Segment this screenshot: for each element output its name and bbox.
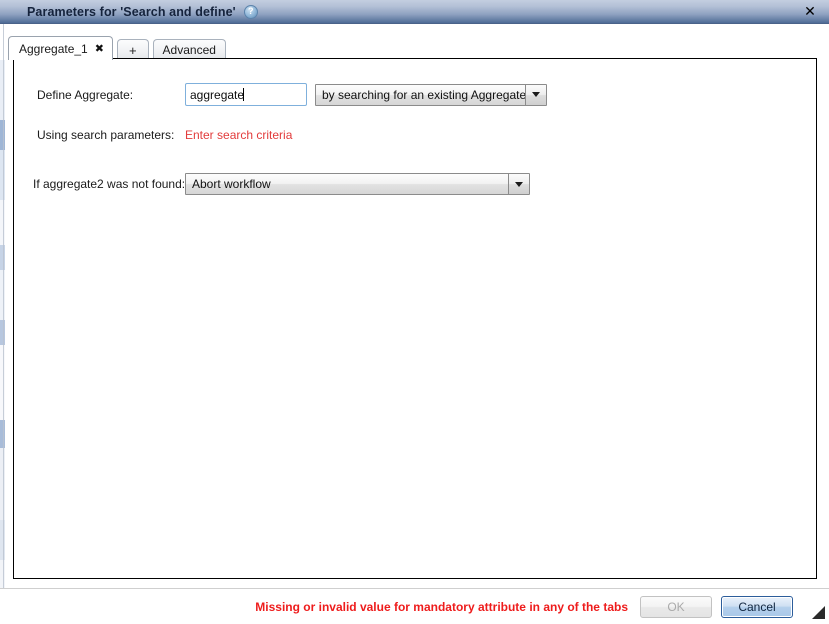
ok-button[interactable]: OK [640,595,712,618]
not-found-action-select[interactable]: Abort workflow [185,173,530,195]
page-title: Parameters for 'Search and define' [27,4,236,19]
define-aggregate-mode-select[interactable]: by searching for an existing Aggregate [315,83,547,106]
tab-aggregate-1[interactable]: Aggregate_1 ✖ [8,36,113,60]
enter-search-criteria-link[interactable]: Enter search criteria [185,128,292,142]
search-parameters-row: Using search parameters: Enter search cr… [37,128,292,142]
not-found-action-value: Abort workflow [192,177,271,191]
define-aggregate-mode-value: by searching for an existing Aggregate [322,87,525,102]
tab-content-panel: Define Aggregate: aggregate by searching… [13,58,817,579]
tab-close-icon[interactable]: ✖ [95,43,104,54]
resize-grip[interactable] [812,606,825,619]
text-caret [243,88,245,101]
dialog-title-bar: Parameters for 'Search and define' ? ✕ [0,0,829,24]
search-parameters-label: Using search parameters: [37,128,175,142]
tab-advanced-label: Advanced [162,43,216,57]
tab-bar: Aggregate_1 ✖ + Advanced [8,36,226,60]
chevron-down-icon[interactable] [525,84,546,105]
close-icon[interactable]: ✕ [801,3,819,20]
status-badge: Missing or invalid value for mandatory a… [255,599,628,614]
question-mark-icon[interactable]: ? [243,4,258,19]
not-found-label: If aggregate2 was not found: [33,177,186,191]
tab-add-label: + [128,42,137,58]
define-aggregate-input[interactable]: aggregate [185,83,307,106]
tab-aggregate-1-label: Aggregate_1 [19,41,88,56]
parameters-dialog: Parameters for 'Search and define' ? ✕ A… [0,0,829,624]
not-found-row: If aggregate2 was not found: Abort workf… [33,173,530,195]
tab-add-button[interactable]: + [116,39,149,60]
chevron-down-icon[interactable] [508,174,529,194]
tab-advanced[interactable]: Advanced [152,39,226,60]
desktop-background-edge [3,22,4,624]
define-aggregate-row: Define Aggregate: aggregate by searching… [37,83,547,106]
define-aggregate-value: aggregate [190,87,245,102]
dialog-footer: Missing or invalid value for mandatory a… [0,589,829,624]
define-aggregate-label: Define Aggregate: [37,87,134,102]
cancel-button[interactable]: Cancel [721,595,793,618]
